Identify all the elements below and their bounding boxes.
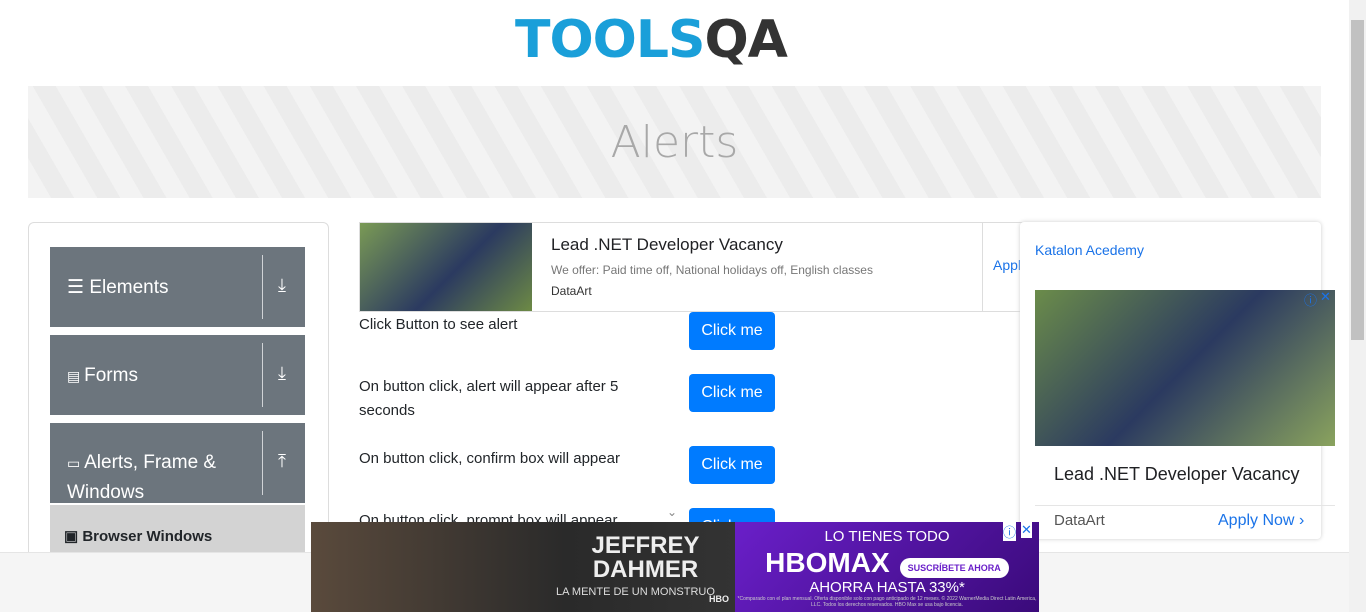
ad-advertiser: DataArt (1054, 512, 1105, 529)
timer-alert-label: On button click, alert will appear after… (359, 378, 619, 419)
hamburger-icon: ☰ (67, 277, 90, 298)
download-icon: ⤓ (278, 275, 286, 295)
ad-desc: We offer: Paid time off, National holida… (551, 263, 873, 277)
katalon-broken-image[interactable]: Katalon Acedemy (1035, 242, 1144, 258)
ad-info-icon[interactable]: ⓘ (1304, 290, 1317, 309)
upload-icon: ⤒ (278, 451, 286, 471)
confirm-button[interactable]: Click me (689, 446, 775, 484)
ad-advertiser: DataArt (551, 284, 592, 298)
ad-top[interactable]: Lead .NET Developer Vacancy We offer: Pai… (359, 222, 1039, 312)
ad-right[interactable]: Katalon Acedemy ⓘ ✕ Lead .NET Developer … (1020, 222, 1335, 539)
toolsqa-logo[interactable]: TOOLS QA (515, 5, 788, 75)
sidebar-group-forms[interactable]: ▤ Forms ⤓ (50, 335, 305, 415)
list-icon: ▣ (64, 528, 83, 545)
chevron-down-icon[interactable]: ⌄ (667, 505, 677, 519)
scrollbar-thumb[interactable] (1351, 20, 1364, 340)
document-icon: ▤ (67, 368, 85, 384)
ad-title: Lead .NET Developer Vacancy (551, 235, 783, 254)
sidebar-group-elements[interactable]: ☰ Elements ⤓ (50, 247, 305, 327)
confirm-label: On button click, confirm box will appear (359, 450, 620, 467)
page-title: Alerts (610, 116, 739, 168)
subscribe-button[interactable]: SUSCRÍBETE AHORA (899, 557, 1009, 578)
page-banner: Alerts (28, 86, 1321, 198)
sidebar: ☰ Elements ⤓ ▤ Forms ⤓ ▭ Alerts, Frame & W… (28, 222, 329, 562)
sidebar-group-alerts-frame-windows[interactable]: ▭ Alerts, Frame & Windows ⤒ (50, 423, 305, 503)
window-icon: ▭ (67, 455, 85, 471)
download-icon: ⤓ (278, 363, 286, 383)
ad-image (1035, 290, 1335, 446)
chevron-right-icon: › (1298, 512, 1305, 529)
timer-alert-button[interactable]: Click me (689, 374, 775, 412)
bottom-ad[interactable]: JEFFREY DAHMER LA MENTE DE UN MONSTRUO HBO… (311, 522, 1039, 612)
alert-button[interactable]: Click me (689, 312, 775, 350)
ad-title: Lead .NET Developer Vacancy (1054, 464, 1300, 484)
ad-apply-now[interactable]: Apply Now › (1218, 512, 1304, 530)
alert-label: Click Button to see alert (359, 316, 518, 333)
ad-close-icon[interactable]: ✕ (1021, 522, 1032, 538)
ad-image (360, 223, 532, 311)
ad-close-icon[interactable]: ✕ (1320, 289, 1331, 305)
ad-info-icon[interactable]: ⓘ (1003, 522, 1017, 541)
